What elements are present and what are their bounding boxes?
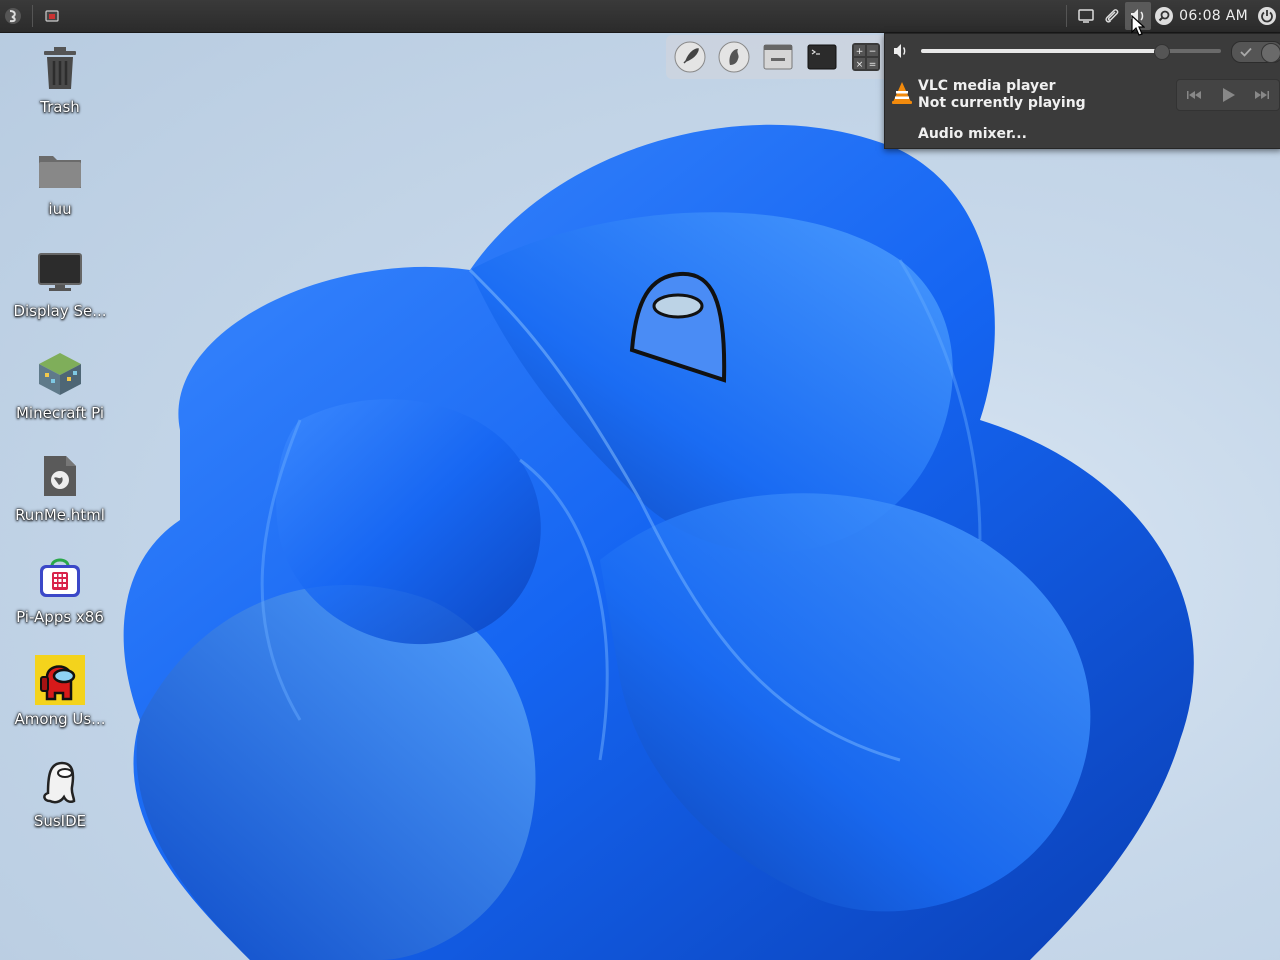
check-icon: [1240, 47, 1252, 57]
desktop-icon-label: iuu: [48, 200, 72, 218]
dock-window-manager[interactable]: [760, 39, 796, 75]
suside-icon: [43, 761, 76, 804]
dock-terminal[interactable]: [804, 39, 840, 75]
minecraft-icon: [39, 353, 81, 395]
app-menu-button[interactable]: [0, 2, 26, 30]
panel-separator: [1066, 5, 1068, 27]
html-file-icon: [44, 456, 76, 496]
media-player-info: VLC media player Not currently playing: [918, 78, 1086, 112]
mute-toggle[interactable]: [1231, 41, 1280, 63]
top-panel: 06:08 AM: [0, 0, 1280, 33]
play-button[interactable]: [1211, 80, 1245, 110]
dock-launcher[interactable]: [672, 39, 708, 75]
media-player-name: VLC media player: [918, 78, 1056, 94]
media-player-status: Not currently playing: [918, 95, 1086, 111]
monitor-icon: [38, 253, 82, 291]
desktop-icon-label: Minecraft Pi: [15, 404, 104, 422]
search-icon: [1155, 7, 1174, 25]
window-list-icon: [45, 10, 59, 22]
volume-slider-handle[interactable]: [1154, 44, 1170, 60]
desktop-icon-label: Among Us...: [14, 710, 106, 728]
window-list-button[interactable]: [39, 2, 65, 30]
audio-mixer-menu-item[interactable]: Audio mixer...: [918, 126, 1027, 142]
launcher-rocket-icon: [674, 41, 706, 73]
previous-icon: [1187, 91, 1201, 99]
desktop-icon-display-settings[interactable]: Display Se...: [0, 244, 120, 340]
dock-file-manager[interactable]: [716, 39, 752, 75]
display-icon: [1078, 9, 1094, 23]
next-track-button[interactable]: [1245, 80, 1279, 110]
desktop-icon-label: Trash: [40, 98, 80, 116]
desktop-icon-label: RunMe.html: [15, 506, 105, 524]
volume-row: [893, 40, 1280, 63]
clock[interactable]: 06:08 AM: [1177, 8, 1254, 24]
trash-icon: [44, 47, 76, 89]
window-manager-icon: [763, 44, 793, 70]
power-button[interactable]: [1254, 2, 1280, 30]
folder-icon: [39, 156, 81, 188]
previous-track-button[interactable]: [1177, 80, 1211, 110]
app-menu-icon: [5, 8, 21, 24]
panel-separator: [32, 5, 33, 27]
next-icon: [1255, 91, 1269, 99]
power-icon: [1258, 7, 1276, 25]
play-icon: [1223, 88, 1235, 102]
terminal-icon: [807, 44, 837, 70]
volume-slider-fill: [921, 49, 1161, 53]
desktop-icon-label: Pi-Apps x86: [16, 608, 104, 626]
desktop-icon-minecraft-pi[interactable]: Minecraft Pi: [0, 346, 120, 442]
svg-text:+: +: [856, 47, 864, 57]
desktop-icon-trash[interactable]: Trash: [0, 40, 120, 136]
clipboard-tray-button[interactable]: [1099, 2, 1125, 30]
paperclip-icon: [1105, 9, 1119, 23]
desktop-icon-label: SusIDE: [33, 812, 87, 830]
volume-icon: [894, 44, 906, 58]
svg-text:×: ×: [856, 60, 864, 70]
desktop-icon-pi-apps[interactable]: Pi-Apps x86: [0, 550, 120, 646]
desktop-icon-among-us[interactable]: Among Us...: [0, 652, 120, 748]
vlc-icon: [892, 82, 912, 104]
search-tray-button[interactable]: [1151, 2, 1177, 30]
dock: + − × =: [666, 35, 902, 79]
pi-apps-icon: [40, 558, 80, 597]
svg-text:−: −: [869, 47, 877, 57]
calculator-icon: + −× =: [852, 43, 880, 71]
file-manager-icon: [718, 41, 750, 73]
mouse-cursor-icon: [1131, 15, 1145, 36]
media-controls: [1176, 79, 1280, 111]
desktop-icon-suside[interactable]: SusIDE: [0, 754, 120, 850]
desktop-icon-runme-html[interactable]: RunMe.html: [0, 448, 120, 544]
desktop-icon-iuu[interactable]: iuu: [0, 142, 120, 238]
dock-calculator[interactable]: + − × =: [848, 39, 884, 75]
mute-toggle-knob: [1261, 43, 1280, 63]
display-tray-button[interactable]: [1073, 2, 1099, 30]
media-player-row[interactable]: VLC media player Not currently playing: [891, 77, 1280, 117]
sound-menu-popup: VLC media player Not currently playing A…: [884, 33, 1280, 149]
among-us-icon: [35, 655, 85, 705]
svg-text:=: =: [869, 60, 877, 70]
desktop-icon-label: Display Se...: [13, 302, 107, 320]
volume-slider[interactable]: [921, 44, 1221, 60]
